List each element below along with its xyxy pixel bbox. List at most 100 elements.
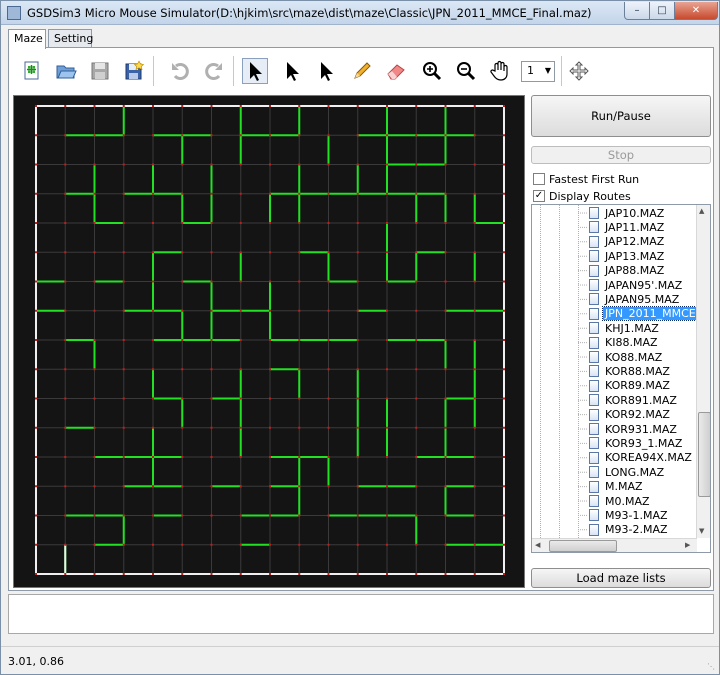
maze-post <box>93 368 96 371</box>
save-icon[interactable] <box>87 58 113 84</box>
file-item[interactable]: KOR891.MAZ <box>589 393 679 407</box>
scroll-down-icon[interactable]: ▼ <box>699 527 704 535</box>
save-as-icon[interactable] <box>121 58 147 84</box>
select-pointer-icon[interactable] <box>242 58 268 84</box>
maze-post <box>473 368 476 371</box>
file-item[interactable]: KOR931.MAZ <box>589 422 679 436</box>
file-item[interactable]: M93-2.MAZ <box>589 523 670 537</box>
file-item[interactable]: KOREA94X.MAZ <box>589 451 694 465</box>
maze-file-tree[interactable]: JAP10.MAZ JAP11.MAZ JAP12.MAZ JAP13.MAZ JAP8… <box>531 204 711 553</box>
maze-post <box>503 397 505 400</box>
file-item[interactable]: KOR92.MAZ <box>589 408 672 422</box>
file-icon <box>589 423 599 435</box>
close-icon[interactable]: ✕ <box>674 2 718 20</box>
pencil-icon[interactable] <box>349 58 375 84</box>
horizontal-scrollbar[interactable]: ◀ ▶ <box>532 538 697 552</box>
maze-post <box>239 192 242 195</box>
display-routes-checkbox[interactable]: ✓ Display Routes <box>533 189 631 203</box>
maze-post <box>327 105 330 107</box>
file-item[interactable]: JAP13.MAZ <box>589 249 666 263</box>
file-item[interactable]: KOR89.MAZ <box>589 379 672 393</box>
eraser-icon[interactable] <box>383 58 409 84</box>
pointer-alt-icon[interactable] <box>313 58 339 84</box>
zoom-in-icon[interactable] <box>419 58 445 84</box>
file-item[interactable]: KHJ1.MAZ <box>589 321 661 335</box>
file-item[interactable]: JAP12.MAZ <box>589 235 666 249</box>
file-item[interactable]: KOR93_1.MAZ <box>589 436 684 450</box>
maze-post <box>415 134 418 137</box>
maze-post <box>210 105 213 107</box>
maze-post <box>152 368 154 371</box>
pan-hand-icon[interactable] <box>487 58 513 84</box>
file-item[interactable]: M0.MAZ <box>589 494 652 508</box>
move-icon[interactable] <box>566 58 592 84</box>
run-pause-button[interactable]: Run/Pause <box>531 95 711 137</box>
pointer-icon[interactable] <box>279 58 305 84</box>
file-icon <box>589 351 599 363</box>
maze-post <box>122 163 125 166</box>
file-item[interactable]: JAP88.MAZ <box>589 264 666 278</box>
open-folder-icon[interactable] <box>53 58 79 84</box>
checkbox-box[interactable] <box>533 173 545 185</box>
checkmark-icon[interactable]: ✓ <box>533 190 545 202</box>
zoom-level-select[interactable]: 1 ▼ <box>521 61 555 82</box>
maze-post <box>152 485 154 488</box>
maze-board[interactable] <box>14 96 524 587</box>
file-item[interactable]: M.MAZ <box>589 480 645 494</box>
stop-button[interactable]: Stop <box>531 146 711 164</box>
file-item[interactable]: JPN_2011_MMCE <box>589 306 699 322</box>
cursor-coordinates: 3.01, 0.86 <box>8 655 64 668</box>
title-bar[interactable]: GSDSim3 Micro Mouse Simulator(D:\hjkim\s… <box>1 1 719 25</box>
maximize-icon[interactable]: □ <box>649 2 675 20</box>
file-item[interactable]: JAPAN95'.MAZ <box>589 278 684 292</box>
maze-post <box>122 485 125 488</box>
maze-post <box>152 134 154 137</box>
maze-post <box>386 192 388 195</box>
redo-icon[interactable] <box>201 58 227 84</box>
file-item[interactable]: JAPAN95.MAZ <box>589 292 681 306</box>
resize-grip-icon[interactable]: ⋱ <box>707 662 717 672</box>
log-output[interactable] <box>8 594 714 634</box>
maze-post <box>239 309 242 312</box>
maze-post <box>35 222 37 224</box>
maze-post <box>415 339 418 341</box>
maze-post <box>210 485 213 488</box>
maze-post <box>298 426 301 429</box>
maze-post <box>152 280 154 283</box>
file-icon <box>589 379 599 392</box>
file-item[interactable]: M93-1.MAZ <box>589 508 670 522</box>
file-item[interactable]: KO88.MAZ <box>589 350 664 364</box>
file-item[interactable]: LONG.MAZ <box>589 465 666 479</box>
file-item[interactable]: KI88.MAZ <box>589 336 660 350</box>
scroll-left-icon[interactable]: ◀ <box>535 541 540 549</box>
maze-post <box>93 163 96 166</box>
scroll-right-icon[interactable]: ▶ <box>685 541 690 549</box>
maze-post <box>122 134 125 137</box>
maze-post <box>181 309 184 312</box>
file-item[interactable]: JAP10.MAZ <box>589 206 666 220</box>
maze-post <box>327 573 330 575</box>
file-icon <box>589 264 599 277</box>
vertical-scrollbar[interactable]: ▲ ▼ <box>696 205 710 538</box>
maze-post <box>386 105 388 107</box>
tab-setting[interactable]: Setting <box>48 29 93 48</box>
maze-post <box>298 368 301 371</box>
file-item[interactable]: KOR88.MAZ <box>589 364 672 378</box>
zoom-out-icon[interactable] <box>453 58 479 84</box>
file-icon <box>589 365 599 378</box>
new-maze-icon[interactable] <box>19 58 45 84</box>
file-item[interactable]: JAP11.MAZ <box>589 220 666 234</box>
tab-maze[interactable]: Maze <box>8 29 46 49</box>
maze-post <box>152 105 154 107</box>
scrollbar-thumb[interactable] <box>549 540 617 552</box>
maze-post <box>152 222 154 224</box>
maze-canvas[interactable] <box>13 95 525 588</box>
minimize-icon[interactable]: – <box>624 2 650 20</box>
maze-post <box>93 339 96 341</box>
undo-icon[interactable] <box>167 58 193 84</box>
scrollbar-thumb[interactable] <box>698 412 710 497</box>
fastest-first-run-checkbox[interactable]: Fastest First Run <box>533 172 639 186</box>
load-maze-lists-button[interactable]: Load maze lists <box>531 568 711 588</box>
scroll-up-icon[interactable]: ▲ <box>699 207 704 215</box>
maze-post <box>473 339 476 341</box>
